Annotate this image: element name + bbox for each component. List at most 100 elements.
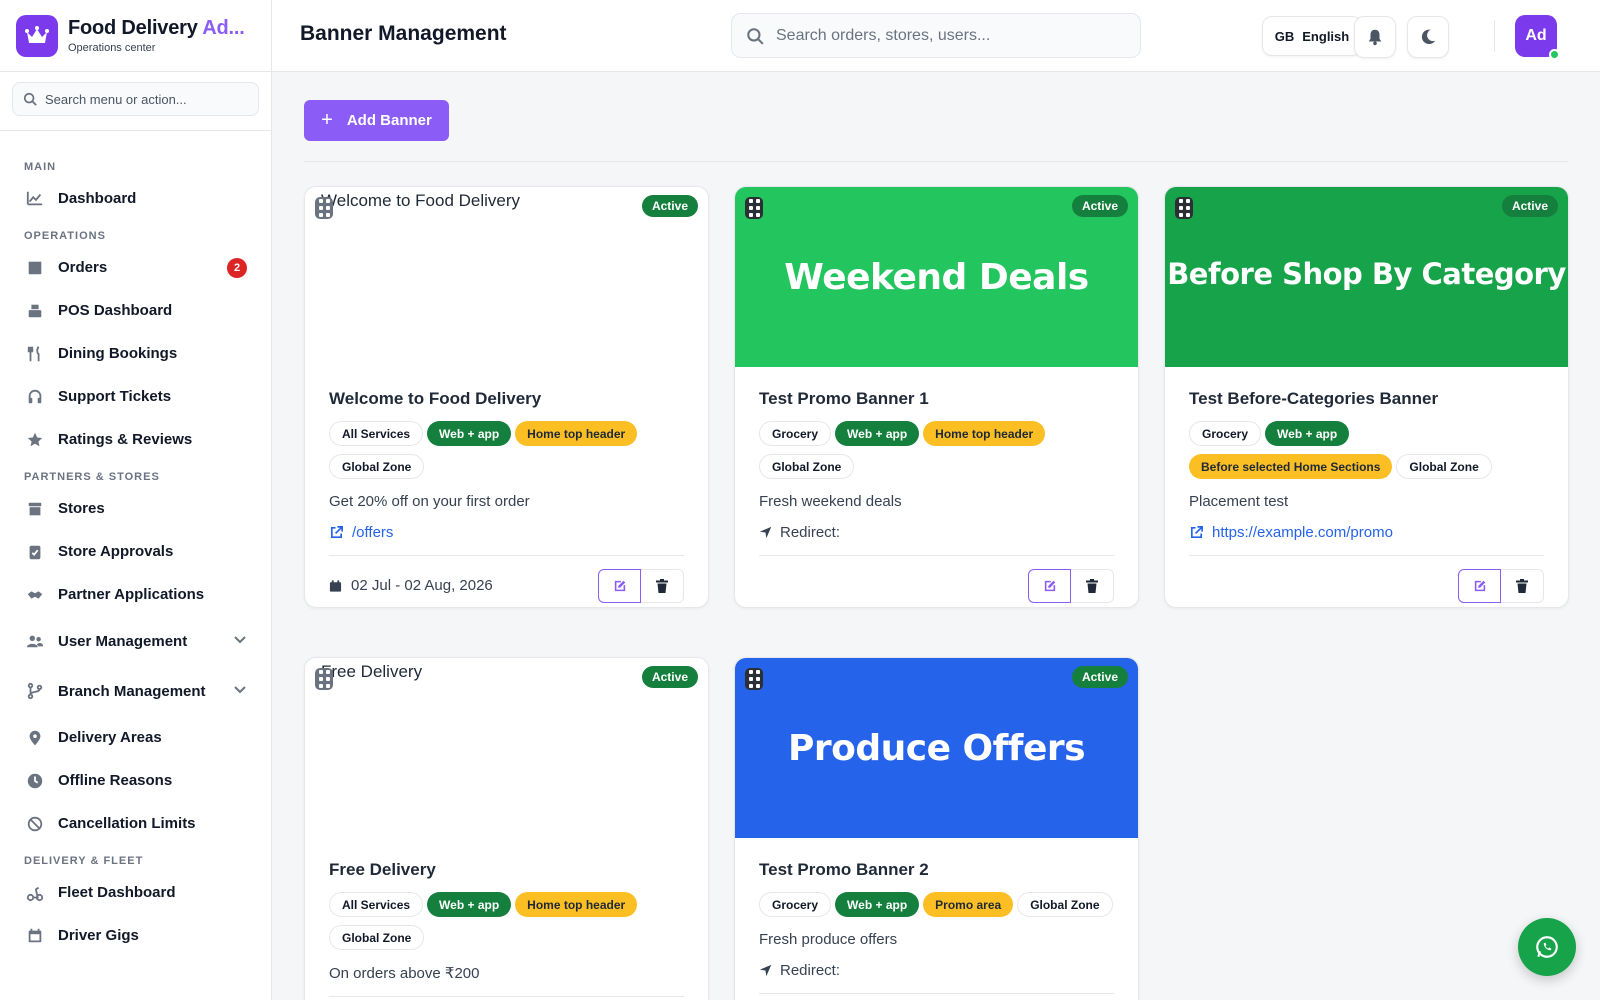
edit-icon (1474, 580, 1485, 591)
sidebar-item-label: Support Tickets (58, 388, 172, 405)
banner-tag: All Services (329, 421, 424, 446)
sidebar-item-label: Offline Reasons (58, 772, 173, 789)
search-icon (747, 27, 764, 45)
edit-button[interactable] (1028, 568, 1071, 603)
drag-handle-icon[interactable] (315, 668, 333, 690)
banner-title: Free Delivery (329, 860, 436, 879)
page-title: Banner Management (300, 22, 507, 45)
banner-card-footer (329, 996, 684, 1000)
drag-handle-icon[interactable] (745, 668, 763, 690)
external-link-icon (329, 525, 344, 540)
sidebar-item-label: Branch Management (58, 682, 206, 700)
location-arrow-icon (759, 526, 772, 539)
banner-tags: Grocery Web + app Promo area Global Zone (759, 892, 1114, 917)
delete-button[interactable] (1071, 568, 1114, 603)
banner-title: Test Before-Categories Banner (1189, 389, 1439, 408)
banner-link[interactable]: /offers (329, 524, 684, 541)
sidebar-item-cancellation-limits[interactable]: Cancellation Limits (0, 802, 271, 845)
banner-card-body: Test Promo Banner 2 Grocery Web + app Promo… (735, 838, 1138, 1000)
sidebar-item-orders[interactable]: Orders 2 (0, 246, 271, 289)
notifications-button[interactable] (1354, 16, 1396, 58)
banner-link-text[interactable]: /offers (352, 524, 393, 541)
drag-handle-icon[interactable] (315, 197, 333, 219)
banner-card-footer (759, 993, 1114, 1000)
banner-link-text[interactable]: https://example.com/promo (1212, 524, 1393, 541)
sidebar-item-label: Orders (58, 259, 108, 276)
flag-gb-icon: GB (1274, 28, 1295, 44)
sidebar-item-stores[interactable]: Stores (0, 487, 271, 530)
whatsapp-button[interactable] (1518, 918, 1576, 976)
add-banner-button[interactable]: + Add Banner (304, 100, 449, 141)
plus-icon: + (321, 109, 333, 131)
sidebar-item-branch-management[interactable]: Branch Management (0, 666, 271, 716)
sidebar-item-ratings-reviews[interactable]: Ratings & Reviews (0, 418, 271, 461)
drag-handle-icon[interactable] (1175, 197, 1193, 219)
main-divider (304, 161, 1568, 162)
banner-card: Free Delivery Active Free Delivery All Serv… (304, 657, 709, 1000)
calendar-icon (26, 927, 44, 945)
sidebar-nav: MAIN Dashboard OPERATIONS Orders 2 POS Dashbo… (0, 157, 271, 957)
sidebar-item-label: Dining Bookings (58, 345, 178, 362)
banner-card-footer (1189, 555, 1544, 607)
banner-tags: Grocery Web + app Home top header Global Zo… (759, 421, 1114, 479)
banner-title: Test Promo Banner 1 (759, 389, 929, 408)
sidebar-item-pos-dashboard[interactable]: POS Dashboard (0, 289, 271, 332)
banner-description: Fresh produce offers (759, 931, 898, 948)
chevron-down-icon[interactable] (233, 632, 247, 650)
sidebar-item-driver-gigs[interactable]: Driver Gigs (0, 914, 271, 957)
sidebar-item-dashboard[interactable]: Dashboard (0, 177, 271, 220)
sidebar: Food Delivery Ad... Operations center MA… (0, 0, 272, 1000)
chevron-down-icon[interactable] (233, 682, 247, 700)
nav-section-title: MAIN (24, 161, 57, 173)
banner-tag: Global Zone (759, 454, 855, 479)
sidebar-item-fleet-dashboard[interactable]: Fleet Dashboard (0, 871, 271, 914)
whatsapp-icon (1536, 936, 1558, 958)
sidebar-item-label: POS Dashboard (58, 302, 173, 319)
sidebar-item-store-approvals[interactable]: Store Approvals (0, 530, 271, 573)
banner-card-footer: 02 Jul - 02 Aug, 2026 (329, 555, 684, 607)
ban-icon (26, 815, 44, 833)
sidebar-search[interactable] (12, 82, 259, 116)
banner-card: Before Shop By Category Active Test Before… (1164, 186, 1569, 608)
status-badge: Active (1071, 195, 1128, 217)
banner-link[interactable]: https://example.com/promo (1189, 524, 1544, 541)
sidebar-search-input[interactable] (45, 91, 245, 107)
banner-headline: Weekend Deals (784, 256, 1089, 298)
banner-date-text: 02 Jul - 02 Aug, 2026 (351, 577, 493, 594)
sidebar-item-label: Ratings & Reviews (58, 431, 193, 448)
clipboard-check-icon (26, 543, 44, 561)
banner-tag: Web + app (835, 421, 920, 446)
global-search[interactable] (731, 13, 1141, 58)
global-search-input[interactable] (776, 26, 1106, 45)
status-badge: Active (641, 666, 698, 688)
search-icon (23, 92, 37, 106)
banner-image-alt-text: Free Delivery (321, 662, 423, 681)
sidebar-item-label: Stores (58, 500, 105, 517)
delete-button[interactable] (641, 568, 684, 603)
theme-toggle-button[interactable] (1407, 16, 1449, 58)
avatar[interactable]: Ad (1515, 15, 1560, 60)
sidebar-item-support-tickets[interactable]: Support Tickets (0, 375, 271, 418)
banner-tag: Web + app (835, 892, 920, 917)
banner-title: Welcome to Food Delivery (329, 389, 542, 408)
language-selector[interactable]: GB English (1262, 16, 1362, 56)
drag-handle-icon[interactable] (745, 197, 763, 219)
banner-tag: Home top header (515, 421, 638, 446)
sidebar-item-partner-applications[interactable]: Partner Applications (0, 573, 271, 616)
edit-button[interactable] (1458, 568, 1501, 603)
banner-tag: Home top header (515, 892, 638, 917)
delete-button[interactable] (1501, 568, 1544, 603)
sidebar-item-delivery-areas[interactable]: Delivery Areas (0, 716, 271, 759)
calendar-icon (329, 579, 342, 593)
sidebar-item-dining-bookings[interactable]: Dining Bookings (0, 332, 271, 375)
nav-section-title: OPERATIONS (24, 230, 106, 242)
brand-name-accent: Ad... (202, 17, 245, 39)
sidebar-item-user-management[interactable]: User Management (0, 616, 271, 666)
status-badge: Active (1071, 666, 1128, 688)
sidebar-item-offline-reasons[interactable]: Offline Reasons (0, 759, 271, 802)
trash-icon (656, 578, 668, 593)
banner-title: Test Promo Banner 2 (759, 860, 929, 879)
language-label: English (1302, 28, 1350, 44)
edit-button[interactable] (598, 568, 641, 603)
sidebar-item-label: Store Approvals (58, 543, 174, 560)
